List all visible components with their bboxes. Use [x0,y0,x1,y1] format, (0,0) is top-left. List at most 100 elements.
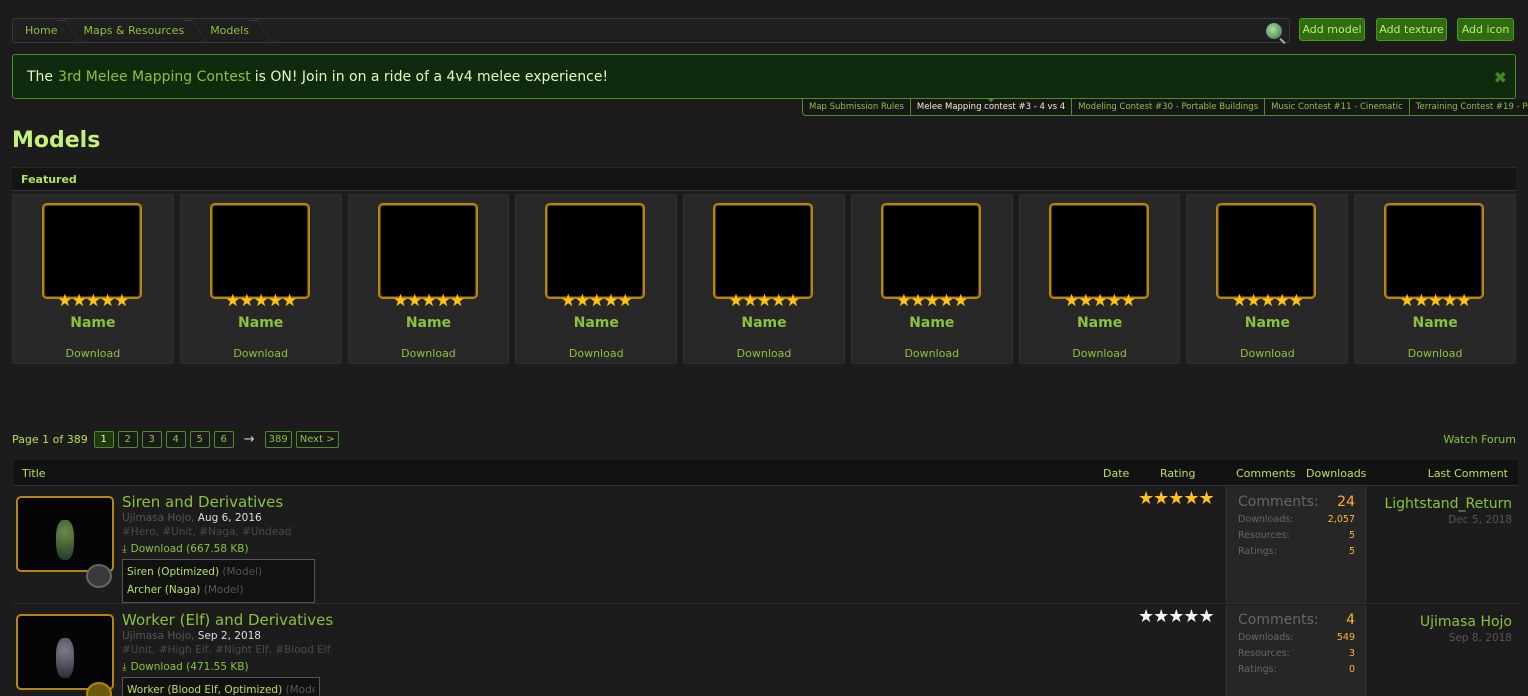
tab-map-submission-rules[interactable]: Map Submission Rules [803,99,911,115]
featured-name[interactable]: Name [852,315,1012,331]
resource-tags[interactable]: #Unit, #High Elf, #Night Elf, #Blood Elf [122,644,330,656]
tab-melee-mapping-contest[interactable]: Melee Mapping contest #3 - 4 vs 4 [911,98,1073,115]
featured-card[interactable]: ★★★★★ Name Download [179,194,342,364]
featured-download-link[interactable]: Download [13,347,173,360]
column-title[interactable]: Title [22,467,46,480]
featured-download-link[interactable]: Download [1355,347,1515,360]
featured-download-link[interactable]: Download [349,347,509,360]
featured-card[interactable]: ★★★★★ Name Download [1018,194,1181,364]
page-link-3[interactable]: 3 [141,430,162,448]
featured-name[interactable]: Name [181,315,341,331]
related-item[interactable]: Siren (Optimized) (Model) [127,563,310,581]
resource-row: Siren and Derivatives Ujimasa Hojo, Aug … [14,487,1518,604]
featured-name[interactable]: Name [13,315,173,331]
page-link-2[interactable]: 2 [117,430,138,448]
featured-thumbnail[interactable] [545,203,646,299]
download-link[interactable]: ⤓ Download (667.58 KB) [122,543,249,556]
featured-rating-stars: ★★★★★ [57,291,129,311]
notice-text: is ON! Join in on a ride of a 4v4 melee … [254,68,609,85]
column-last-comment[interactable]: Last Comment [1428,467,1508,480]
downloads-count: 549 [1336,632,1355,643]
column-downloads[interactable]: Downloads [1306,467,1366,480]
featured-name[interactable]: Name [1020,315,1180,331]
last-comment-user[interactable]: Ujimasa Hojo [1420,614,1512,630]
featured-thumbnail[interactable] [880,203,981,299]
related-item[interactable]: Archer (Naga) (Model) [127,581,310,599]
resource-tags[interactable]: #Hero, #Unit, #Naga, #Undead [122,526,291,538]
breadcrumb-maps-resources[interactable]: Maps & Resources [71,19,198,42]
tab-music-contest[interactable]: Music Contest #11 - Cinematic [1265,99,1410,115]
page-link-1[interactable]: 1 [93,430,114,448]
list-header: Title Date Rating Comments Downloads Las… [14,460,1518,486]
category-badge-icon [86,564,112,588]
featured-row: ★★★★★ Name Download ★★★★★ Name Download ★★★★★ N… [12,194,1517,364]
download-label: Download (667.58 KB) [130,543,249,555]
resource-author[interactable]: Ujimasa Hojo, [122,512,194,524]
featured-thumbnail[interactable] [1048,203,1149,299]
featured-card[interactable]: ★★★★★ Name Download [1354,194,1517,364]
add-icon-button[interactable]: Add icon [1457,18,1514,41]
search-icon[interactable] [1265,22,1283,40]
breadcrumb-home[interactable]: Home [13,19,71,42]
download-icon: ⤓ [122,543,127,555]
featured-download-link[interactable]: Download [852,347,1012,360]
tab-terraining-contest[interactable]: Terraining Contest #19 - Poll [1410,99,1528,115]
page-link-5[interactable]: 5 [189,430,210,448]
featured-thumbnail[interactable] [1216,203,1317,299]
featured-name[interactable]: Name [516,315,676,331]
resource-meta: Ujimasa Hojo, Aug 6, 2016 [122,512,262,524]
add-model-button[interactable]: Add model [1299,18,1365,41]
featured-thumbnail[interactable] [1384,203,1485,299]
ratings-count: 0 [1348,664,1355,675]
tab-modeling-contest[interactable]: Modeling Contest #30 - Portable Building… [1072,99,1266,115]
arrow-right-icon: → [243,431,255,447]
last-comment-user[interactable]: Lightstand_Return [1384,496,1512,512]
featured-thumbnail[interactable] [713,203,814,299]
resource-title[interactable]: Siren and Derivatives [122,493,283,511]
featured-download-link[interactable]: Download [516,347,676,360]
column-comments[interactable]: Comments [1236,467,1296,480]
notice-prefix: The [27,68,54,85]
featured-download-link[interactable]: Download [1187,347,1347,360]
resource-meta: Ujimasa Hojo, Sep 2, 2018 [122,630,261,642]
breadcrumb-models[interactable]: Models [198,19,263,42]
featured-card[interactable]: ★★★★★ Name Download [683,194,845,364]
resource-thumbnail[interactable] [16,496,114,572]
featured-card[interactable]: ★★★★★ Name Download [1186,194,1349,364]
featured-card[interactable]: ★★★★★ Name Download [515,194,678,364]
featured-name[interactable]: Name [684,315,844,331]
close-icon[interactable]: ✖ [1494,68,1507,87]
featured-card[interactable]: ★★★★★ Name Download [12,194,174,364]
featured-thumbnail[interactable] [377,203,478,299]
featured-thumbnail[interactable] [42,203,142,299]
page-link-last[interactable]: 389 [264,430,292,448]
featured-download-link[interactable]: Download [1020,347,1180,360]
resource-title[interactable]: Worker (Elf) and Derivatives [122,611,333,629]
featured-thumbnail[interactable] [209,203,310,299]
featured-rating-stars: ★★★★★ [225,291,297,311]
add-texture-button[interactable]: Add texture [1376,18,1447,41]
resource-author[interactable]: Ujimasa Hojo, [122,630,194,642]
featured-download-link[interactable]: Download [684,347,844,360]
featured-card[interactable]: ★★★★★ Name Download [347,194,510,364]
featured-name[interactable]: Name [1355,315,1515,331]
page-link-4[interactable]: 4 [165,430,186,448]
featured-name[interactable]: Name [349,315,509,331]
download-link[interactable]: ⤓ Download (471.55 KB) [122,661,249,674]
notice-contest-link[interactable]: 3rd Melee Mapping Contest [58,69,251,85]
featured-name[interactable]: Name [1187,315,1347,331]
featured-rating-stars: ★★★★★ [1063,291,1136,311]
featured-card[interactable]: ★★★★★ Name Download [850,194,1013,364]
column-rating[interactable]: Rating [1160,467,1195,480]
next-page-button[interactable]: Next > [295,430,339,448]
page-title: Models [12,128,101,153]
watch-forum-link[interactable]: Watch Forum [1443,433,1516,446]
model-preview [56,520,74,560]
column-date[interactable]: Date [1103,467,1129,480]
featured-download-link[interactable]: Download [181,347,341,360]
related-item[interactable]: Worker (Blood Elf, Optimized) (Model) [127,681,315,696]
resource-thumbnail[interactable] [16,614,114,690]
resource-stats: Comments: 24 Downloads: 2,057 Resources: 5 … [1226,487,1366,603]
page-link-6[interactable]: 6 [213,430,234,448]
resource-stats: Comments: 4 Downloads: 549 Resources: 3 Rat… [1226,605,1366,696]
